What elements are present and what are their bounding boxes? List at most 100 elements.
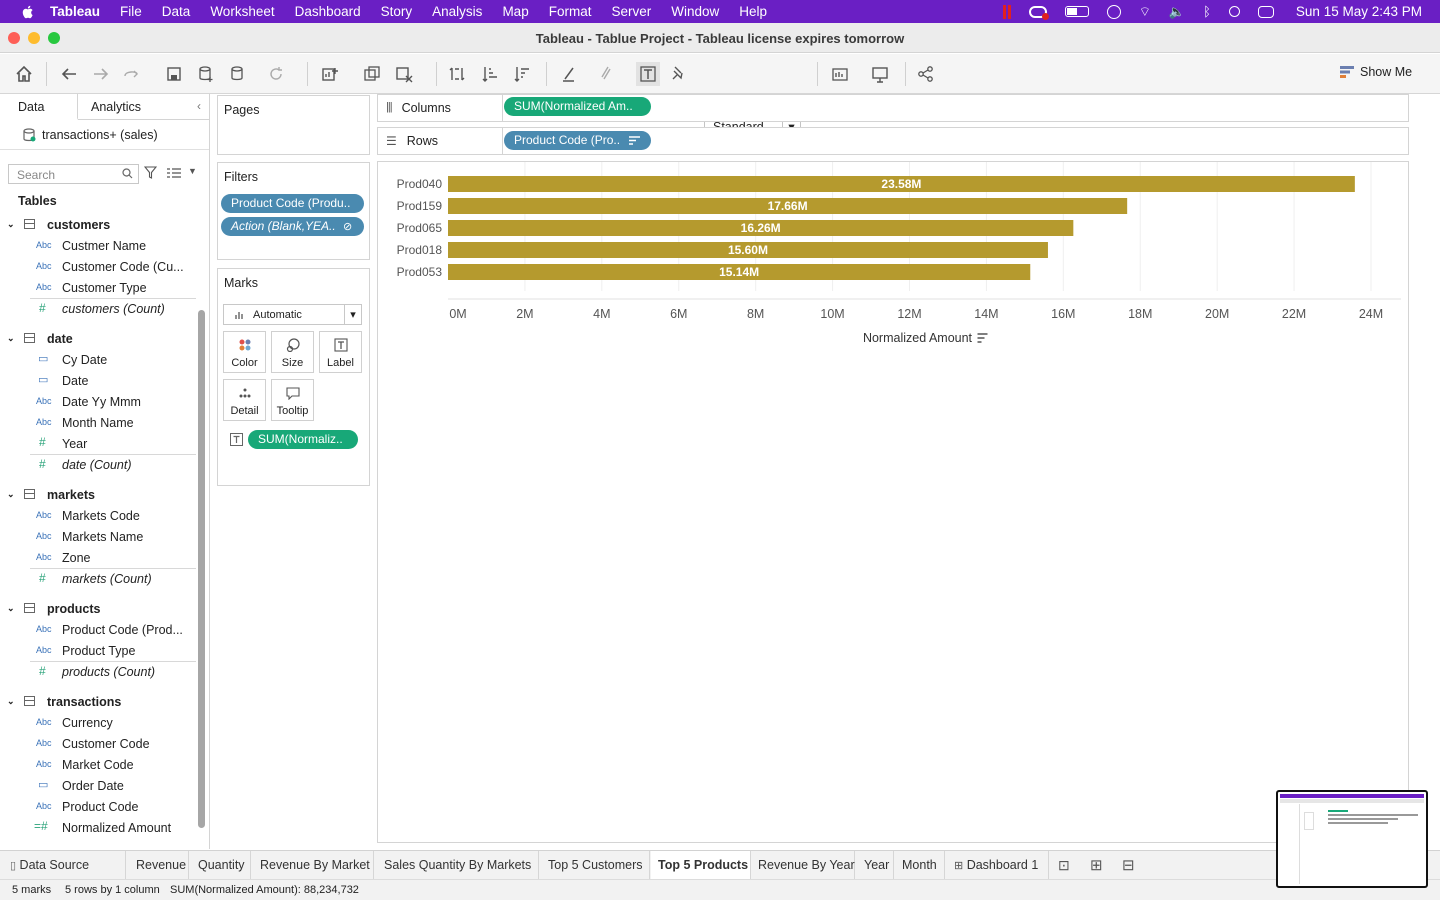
sheet-tab[interactable]: Month xyxy=(895,851,945,879)
clear-sheet-icon[interactable] xyxy=(394,64,414,84)
group-members-icon[interactable] xyxy=(596,64,616,84)
field-item[interactable]: Abc Market Code xyxy=(0,754,196,775)
field-item[interactable]: Abc Customer Code (Cu... xyxy=(0,256,196,277)
columns-pill[interactable]: SUM(Normalized Am.. xyxy=(504,97,651,116)
collapse-pane-icon[interactable]: ‹ xyxy=(197,99,201,113)
bluetooth-icon[interactable]: ᛒ xyxy=(1203,4,1211,19)
fix-axes-icon[interactable] xyxy=(668,64,688,84)
sheet-tab[interactable]: Revenue By Year xyxy=(752,851,855,879)
sheet-thumbnail-preview[interactable] xyxy=(1276,790,1428,888)
show-cards-icon[interactable] xyxy=(830,64,850,84)
chevron-down-icon[interactable]: ⌄ xyxy=(7,696,15,707)
tab-data[interactable]: Data xyxy=(0,94,78,120)
sheet-tab[interactable]: Revenue By Market xyxy=(252,851,374,879)
sheet-tab[interactable]: Quantity xyxy=(190,851,251,879)
new-data-source-icon[interactable] xyxy=(196,64,216,84)
tab-analytics[interactable]: Analytics xyxy=(78,94,156,120)
field-item-count[interactable]: # markets (Count) xyxy=(30,568,196,589)
search-input[interactable]: Search xyxy=(8,164,139,184)
refresh-icon[interactable] xyxy=(266,64,286,84)
sort-descending-icon[interactable] xyxy=(629,136,640,145)
field-item[interactable]: =# Normalized Amount xyxy=(0,817,196,838)
table-group-transactions[interactable]: ⌄ transactions xyxy=(0,691,196,712)
table-group-date[interactable]: ⌄ date xyxy=(0,328,196,349)
menu-data[interactable]: Data xyxy=(162,4,191,19)
field-item[interactable]: Abc Markets Code xyxy=(0,505,196,526)
save-icon[interactable] xyxy=(164,64,184,84)
field-item[interactable]: # Year xyxy=(0,433,196,454)
chevron-down-icon[interactable]: ▼ xyxy=(188,166,197,176)
menu-help[interactable]: Help xyxy=(739,4,767,19)
filter-icon[interactable] xyxy=(144,166,157,179)
field-item[interactable]: Abc Product Code (Prod... xyxy=(0,619,196,640)
play-icon[interactable] xyxy=(1106,4,1121,19)
battery-icon[interactable] xyxy=(1064,6,1089,17)
detail-button[interactable]: Detail xyxy=(223,379,266,421)
chevron-down-icon[interactable]: ⌄ xyxy=(7,219,15,230)
menu-map[interactable]: Map xyxy=(502,4,528,19)
show-mark-labels-icon[interactable] xyxy=(636,62,660,86)
menu-window[interactable]: Window xyxy=(671,4,719,19)
field-item[interactable]: ▭ Order Date xyxy=(0,775,196,796)
undo-icon[interactable] xyxy=(59,64,79,84)
sort-descending-icon[interactable] xyxy=(512,64,532,84)
menu-file[interactable]: File xyxy=(120,4,142,19)
volume-icon[interactable]: 🔈 xyxy=(1169,4,1185,20)
home-icon[interactable] xyxy=(14,64,34,84)
menu-server[interactable]: Server xyxy=(611,4,651,19)
tooltip-button[interactable]: Tooltip xyxy=(271,379,314,421)
new-worksheet-tab-icon[interactable]: ⊡ xyxy=(1058,857,1070,874)
field-item-count[interactable]: # products (Count) xyxy=(30,661,196,682)
field-item-count[interactable]: # date (Count) xyxy=(30,454,196,475)
chevron-down-icon[interactable]: ⌄ xyxy=(7,603,15,614)
field-item[interactable]: Abc Zone xyxy=(0,547,196,568)
field-item[interactable]: Abc Currency xyxy=(0,712,196,733)
recording-icon[interactable] xyxy=(1002,4,1011,19)
dashboard-tab[interactable]: ⊞ Dashboard 1 xyxy=(946,851,1049,879)
menubar-clock[interactable]: Sun 15 May 2:43 PM xyxy=(1296,4,1422,19)
datasource-item[interactable]: transactions+ (sales) xyxy=(0,120,209,150)
redo-icon[interactable] xyxy=(91,64,111,84)
pages-card[interactable]: Pages xyxy=(217,95,370,155)
mark-type-select[interactable]: Automatic ▾ xyxy=(223,304,362,325)
tab-data-source[interactable]: ▯ Data Source xyxy=(8,851,126,879)
sheet-tab[interactable]: Top 5 Customers xyxy=(540,851,650,879)
apple-icon[interactable] xyxy=(20,4,36,20)
field-item[interactable]: Abc Custmer Name xyxy=(0,235,196,256)
table-group-customers[interactable]: ⌄ customers xyxy=(0,214,196,235)
field-item[interactable]: ▭ Date xyxy=(0,370,196,391)
marks-label-pill[interactable]: SUM(Normaliz.. xyxy=(248,430,358,449)
size-button[interactable]: Size xyxy=(271,331,314,373)
sheet-tab[interactable]: Year xyxy=(856,851,894,879)
field-item[interactable]: ▭ Cy Date xyxy=(0,349,196,370)
sheet-tab[interactable]: Revenue xyxy=(127,851,189,879)
label-button[interactable]: Label xyxy=(319,331,362,373)
color-button[interactable]: Color xyxy=(223,331,266,373)
presentation-mode-icon[interactable] xyxy=(870,64,890,84)
field-item[interactable]: Abc Product Code xyxy=(0,796,196,817)
spotlight-icon[interactable] xyxy=(1228,6,1240,17)
new-story-tab-icon[interactable]: ⊟ xyxy=(1122,856,1135,874)
duplicate-sheet-icon[interactable] xyxy=(362,64,382,84)
chevron-down-icon[interactable]: ⌄ xyxy=(7,333,15,344)
view-list-icon[interactable] xyxy=(167,168,181,178)
field-item[interactable]: Abc Month Name xyxy=(0,412,196,433)
creative-cloud-icon[interactable] xyxy=(1028,5,1049,20)
menu-app[interactable]: Tableau xyxy=(50,4,100,19)
menu-analysis[interactable]: Analysis xyxy=(432,4,482,19)
wifi-icon[interactable]: ⌔ xyxy=(1139,4,1151,20)
table-group-markets[interactable]: ⌄ markets xyxy=(0,484,196,505)
replay-icon[interactable] xyxy=(122,64,142,84)
field-item[interactable]: Abc Date Yy Mmm xyxy=(0,391,196,412)
field-item[interactable]: Abc Markets Name xyxy=(0,526,196,547)
filter-pill-product-code[interactable]: Product Code (Produ.. xyxy=(221,194,364,213)
data-pane-scrollbar[interactable] xyxy=(198,310,205,828)
swap-rows-columns-icon[interactable] xyxy=(447,64,467,84)
share-icon[interactable] xyxy=(916,64,936,84)
show-me-button[interactable]: Show Me xyxy=(1340,65,1412,79)
new-worksheet-icon[interactable] xyxy=(320,64,340,84)
field-item[interactable]: Abc Customer Type xyxy=(0,277,196,298)
sort-ascending-icon[interactable] xyxy=(480,64,500,84)
pause-auto-updates-icon[interactable] xyxy=(228,64,248,84)
new-dashboard-tab-icon[interactable]: ⊞ xyxy=(1090,856,1103,874)
